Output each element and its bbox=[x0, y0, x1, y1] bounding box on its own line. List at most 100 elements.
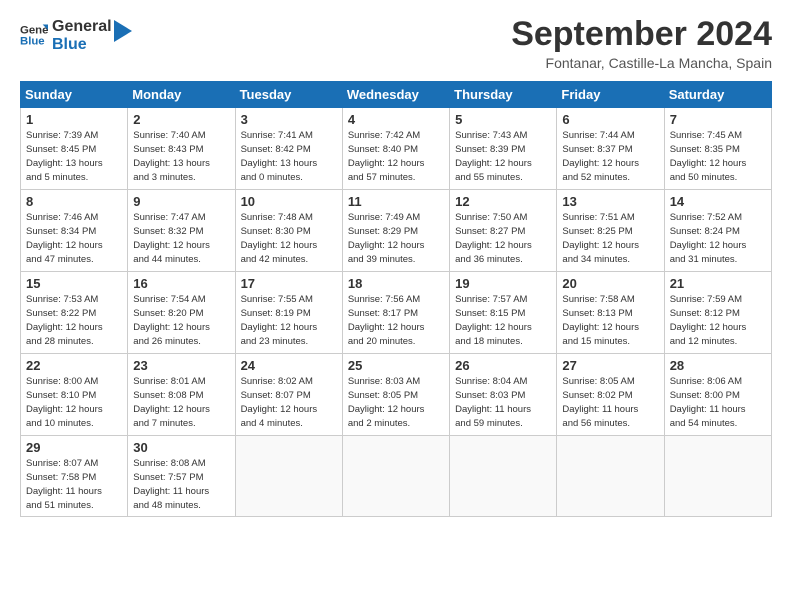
day-info: Sunrise: 7:59 AM Sunset: 8:12 PM Dayligh… bbox=[670, 293, 766, 348]
weekday-header-wednesday: Wednesday bbox=[342, 82, 449, 108]
calendar-cell: 21Sunrise: 7:59 AM Sunset: 8:12 PM Dayli… bbox=[664, 272, 771, 354]
day-number: 11 bbox=[348, 194, 444, 209]
calendar-cell: 23 Sunrise: 8:01 AM Sunset: 8:08 PM Dayli… bbox=[128, 354, 235, 436]
day-info: Sunrise: 7:40 AM Sunset: 8:43 PM Dayligh… bbox=[133, 129, 229, 184]
logo-blue: Blue bbox=[52, 36, 112, 54]
day-info: Sunrise: 7:58 AM Sunset: 8:13 PM Dayligh… bbox=[562, 293, 658, 348]
calendar-cell: 12 Sunrise: 7:50 AM Sunset: 8:27 PM Dayli… bbox=[450, 190, 557, 272]
day-number: 13 bbox=[562, 194, 658, 209]
calendar-cell: 27 Sunrise: 8:05 AM Sunset: 8:02 PM Dayli… bbox=[557, 354, 664, 436]
week-row-2: 8Sunrise: 7:46 AM Sunset: 8:34 PM Daylig… bbox=[21, 190, 772, 272]
calendar-cell: 10 Sunrise: 7:48 AM Sunset: 8:30 PM Dayli… bbox=[235, 190, 342, 272]
day-number: 19 bbox=[455, 276, 551, 291]
calendar-cell: 30Sunrise: 8:08 AM Sunset: 7:57 PM Dayli… bbox=[128, 436, 235, 517]
day-info: Sunrise: 7:54 AM Sunset: 8:20 PM Dayligh… bbox=[133, 293, 229, 348]
day-info: Sunrise: 7:50 AM Sunset: 8:27 PM Dayligh… bbox=[455, 211, 551, 266]
day-number: 7 bbox=[670, 112, 766, 127]
calendar-cell: 14 Sunrise: 7:52 AM Sunset: 8:24 PM Dayli… bbox=[664, 190, 771, 272]
day-info: Sunrise: 8:03 AM Sunset: 8:05 PM Dayligh… bbox=[348, 375, 444, 430]
month-title: September 2024 bbox=[511, 16, 772, 53]
day-number: 20 bbox=[562, 276, 658, 291]
calendar-cell: 19 Sunrise: 7:57 AM Sunset: 8:15 PM Dayli… bbox=[450, 272, 557, 354]
calendar-cell: 5 Sunrise: 7:43 AM Sunset: 8:39 PM Daylig… bbox=[450, 108, 557, 190]
calendar-cell: 13 Sunrise: 7:51 AM Sunset: 8:25 PM Dayli… bbox=[557, 190, 664, 272]
day-number: 24 bbox=[241, 358, 337, 373]
day-info: Sunrise: 7:53 AM Sunset: 8:22 PM Dayligh… bbox=[26, 293, 122, 348]
header: General Blue General Blue September 2024… bbox=[20, 16, 772, 71]
page: General Blue General Blue September 2024… bbox=[0, 0, 792, 612]
weekday-header-thursday: Thursday bbox=[450, 82, 557, 108]
logo-arrow-icon bbox=[114, 20, 132, 42]
calendar-cell: 22 Sunrise: 8:00 AM Sunset: 8:10 PM Dayli… bbox=[21, 354, 128, 436]
day-info: Sunrise: 8:01 AM Sunset: 8:08 PM Dayligh… bbox=[133, 375, 229, 430]
calendar-cell: 18Sunrise: 7:56 AM Sunset: 8:17 PM Dayli… bbox=[342, 272, 449, 354]
day-info: Sunrise: 7:52 AM Sunset: 8:24 PM Dayligh… bbox=[670, 211, 766, 266]
day-info: Sunrise: 7:45 AM Sunset: 8:35 PM Dayligh… bbox=[670, 129, 766, 184]
calendar-cell: 29 Sunrise: 8:07 AM Sunset: 7:58 PM Dayli… bbox=[21, 436, 128, 517]
calendar-cell bbox=[235, 436, 342, 517]
day-number: 25 bbox=[348, 358, 444, 373]
day-number: 12 bbox=[455, 194, 551, 209]
day-number: 15 bbox=[26, 276, 122, 291]
calendar-cell: 6Sunrise: 7:44 AM Sunset: 8:37 PM Daylig… bbox=[557, 108, 664, 190]
day-number: 1 bbox=[26, 112, 122, 127]
day-info: Sunrise: 8:06 AM Sunset: 8:00 PM Dayligh… bbox=[670, 375, 766, 430]
day-number: 28 bbox=[670, 358, 766, 373]
week-row-3: 15 Sunrise: 7:53 AM Sunset: 8:22 PM Dayli… bbox=[21, 272, 772, 354]
day-number: 23 bbox=[133, 358, 229, 373]
calendar-cell: 20 Sunrise: 7:58 AM Sunset: 8:13 PM Dayli… bbox=[557, 272, 664, 354]
calendar-cell: 9 Sunrise: 7:47 AM Sunset: 8:32 PM Daylig… bbox=[128, 190, 235, 272]
calendar-cell: 17 Sunrise: 7:55 AM Sunset: 8:19 PM Dayli… bbox=[235, 272, 342, 354]
calendar-cell: 3Sunrise: 7:41 AM Sunset: 8:42 PM Daylig… bbox=[235, 108, 342, 190]
day-info: Sunrise: 7:43 AM Sunset: 8:39 PM Dayligh… bbox=[455, 129, 551, 184]
day-number: 3 bbox=[241, 112, 337, 127]
day-info: Sunrise: 7:49 AM Sunset: 8:29 PM Dayligh… bbox=[348, 211, 444, 266]
day-info: Sunrise: 7:51 AM Sunset: 8:25 PM Dayligh… bbox=[562, 211, 658, 266]
calendar-cell: 25 Sunrise: 8:03 AM Sunset: 8:05 PM Dayli… bbox=[342, 354, 449, 436]
weekday-header-saturday: Saturday bbox=[664, 82, 771, 108]
day-number: 10 bbox=[241, 194, 337, 209]
day-number: 16 bbox=[133, 276, 229, 291]
day-number: 9 bbox=[133, 194, 229, 209]
day-info: Sunrise: 7:47 AM Sunset: 8:32 PM Dayligh… bbox=[133, 211, 229, 266]
calendar-cell: 1Sunrise: 7:39 AM Sunset: 8:45 PM Daylig… bbox=[21, 108, 128, 190]
weekday-header-sunday: Sunday bbox=[21, 82, 128, 108]
logo-general: General bbox=[52, 18, 112, 36]
calendar-cell bbox=[557, 436, 664, 517]
week-row-4: 22 Sunrise: 8:00 AM Sunset: 8:10 PM Dayli… bbox=[21, 354, 772, 436]
day-number: 2 bbox=[133, 112, 229, 127]
week-row-1: 1Sunrise: 7:39 AM Sunset: 8:45 PM Daylig… bbox=[21, 108, 772, 190]
calendar-cell: 8Sunrise: 7:46 AM Sunset: 8:34 PM Daylig… bbox=[21, 190, 128, 272]
day-number: 29 bbox=[26, 440, 122, 455]
calendar-cell: 7 Sunrise: 7:45 AM Sunset: 8:35 PM Daylig… bbox=[664, 108, 771, 190]
logo: General Blue General Blue bbox=[20, 16, 132, 53]
day-number: 27 bbox=[562, 358, 658, 373]
calendar-cell: 28 Sunrise: 8:06 AM Sunset: 8:00 PM Dayli… bbox=[664, 354, 771, 436]
day-number: 26 bbox=[455, 358, 551, 373]
weekday-header-monday: Monday bbox=[128, 82, 235, 108]
day-number: 14 bbox=[670, 194, 766, 209]
calendar: SundayMondayTuesdayWednesdayThursdayFrid… bbox=[20, 81, 772, 517]
day-number: 18 bbox=[348, 276, 444, 291]
day-number: 30 bbox=[133, 440, 229, 455]
day-info: Sunrise: 7:44 AM Sunset: 8:37 PM Dayligh… bbox=[562, 129, 658, 184]
calendar-cell: 4Sunrise: 7:42 AM Sunset: 8:40 PM Daylig… bbox=[342, 108, 449, 190]
day-info: Sunrise: 8:00 AM Sunset: 8:10 PM Dayligh… bbox=[26, 375, 122, 430]
day-info: Sunrise: 7:42 AM Sunset: 8:40 PM Dayligh… bbox=[348, 129, 444, 184]
day-number: 5 bbox=[455, 112, 551, 127]
day-info: Sunrise: 7:55 AM Sunset: 8:19 PM Dayligh… bbox=[241, 293, 337, 348]
day-number: 22 bbox=[26, 358, 122, 373]
calendar-cell: 26 Sunrise: 8:04 AM Sunset: 8:03 PM Dayli… bbox=[450, 354, 557, 436]
weekday-header-tuesday: Tuesday bbox=[235, 82, 342, 108]
calendar-cell: 2 Sunrise: 7:40 AM Sunset: 8:43 PM Daylig… bbox=[128, 108, 235, 190]
day-info: Sunrise: 7:57 AM Sunset: 8:15 PM Dayligh… bbox=[455, 293, 551, 348]
day-number: 17 bbox=[241, 276, 337, 291]
day-info: Sunrise: 8:04 AM Sunset: 8:03 PM Dayligh… bbox=[455, 375, 551, 430]
calendar-cell bbox=[342, 436, 449, 517]
day-info: Sunrise: 8:05 AM Sunset: 8:02 PM Dayligh… bbox=[562, 375, 658, 430]
weekday-header-row: SundayMondayTuesdayWednesdayThursdayFrid… bbox=[21, 82, 772, 108]
day-info: Sunrise: 8:07 AM Sunset: 7:58 PM Dayligh… bbox=[26, 457, 122, 512]
calendar-cell bbox=[450, 436, 557, 517]
day-info: Sunrise: 7:48 AM Sunset: 8:30 PM Dayligh… bbox=[241, 211, 337, 266]
calendar-cell: 24Sunrise: 8:02 AM Sunset: 8:07 PM Dayli… bbox=[235, 354, 342, 436]
